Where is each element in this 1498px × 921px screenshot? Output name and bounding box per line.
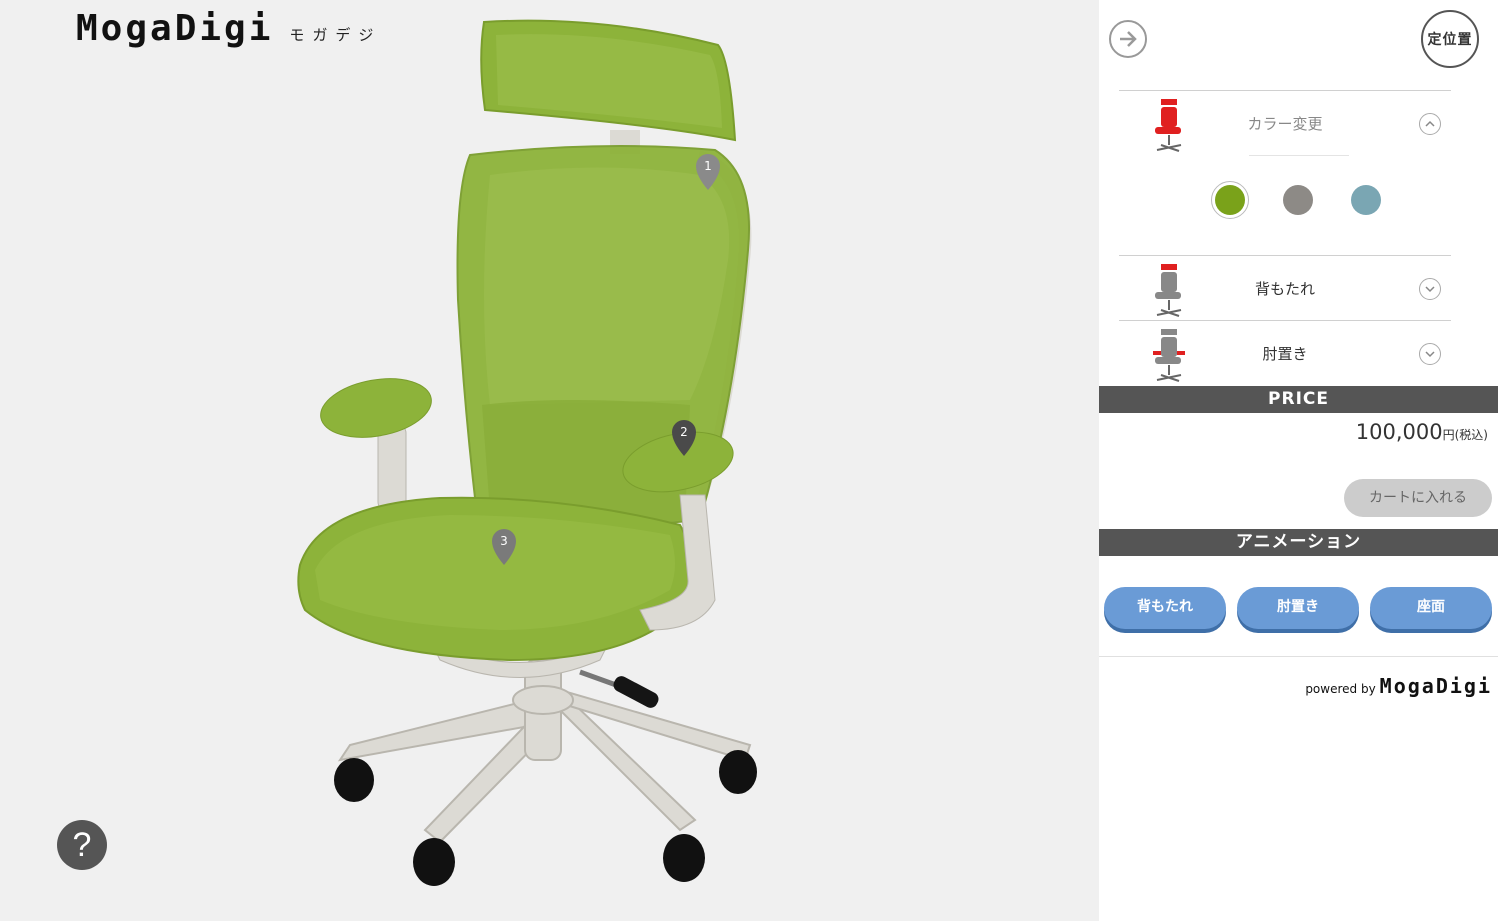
animate-seat-button[interactable]: 座面 [1370,587,1492,629]
accordion-color: カラー変更 [1119,90,1451,255]
powered-by-label: powered by [1305,682,1376,696]
animate-armrest-button[interactable]: 肘置き [1237,587,1359,629]
powered-by-brand: MogaDigi [1379,674,1492,698]
label-underline [1249,155,1349,156]
accordion-armrest[interactable]: 肘置き [1119,320,1451,385]
price-display: 100,000 円(税込) [1356,420,1488,444]
animate-backrest-button[interactable]: 背もたれ [1104,587,1226,629]
add-to-cart-button[interactable]: カートに入れる [1344,479,1492,517]
chevron-up-icon [1425,120,1435,127]
product-viewer[interactable]: MogaDigi モガデジ 1 2 3 ? [0,0,1099,921]
accordion-color-label: カラー変更 [1247,115,1323,133]
hotspot-label-3: 3 [500,534,508,548]
powered-by-credit[interactable]: powered by MogaDigi [1305,674,1492,698]
chevron-down-icon [1425,286,1435,293]
next-button[interactable] [1109,20,1147,58]
chair-base [337,659,752,844]
accordion-color-toggle[interactable] [1419,113,1441,135]
chevron-down-icon [1425,351,1435,358]
arrow-right-circle-icon [1120,31,1137,47]
left-armrest[interactable] [316,371,436,511]
chair-model[interactable]: 1 2 3 [290,10,780,900]
color-swatch-gray[interactable] [1283,185,1313,215]
animation-header: アニメーション [1099,529,1498,556]
price-header: PRICE [1099,386,1498,413]
logo-text: MogaDigi [76,8,274,49]
accordion-backrest-label: 背もたれ [1254,280,1315,298]
accordion-backrest[interactable]: 背もたれ [1119,255,1451,320]
accordion-backrest-toggle[interactable] [1419,278,1441,300]
accordion-armrest-label: 肘置き [1262,345,1308,363]
color-swatch-green[interactable] [1215,185,1245,215]
price-value: 100,000 [1355,420,1443,444]
accordion-armrest-toggle[interactable] [1419,343,1441,365]
hotspot-label-2: 2 [680,425,688,439]
reset-position-button[interactable]: 定位置 [1421,10,1479,68]
hotspot-label-1: 1 [704,159,712,173]
color-swatch-blue[interactable] [1351,185,1381,215]
configurator-panel: 定位置 カラー変更 背もたれ 肘置き PRICE 100,000 円(税込) カ… [1099,0,1498,921]
help-icon: ? [72,826,92,864]
panel-divider [1099,656,1498,657]
help-button[interactable]: ? [57,820,107,870]
reset-position-label: 定位置 [1427,32,1473,48]
price-unit: 円(税込) [1442,428,1488,442]
